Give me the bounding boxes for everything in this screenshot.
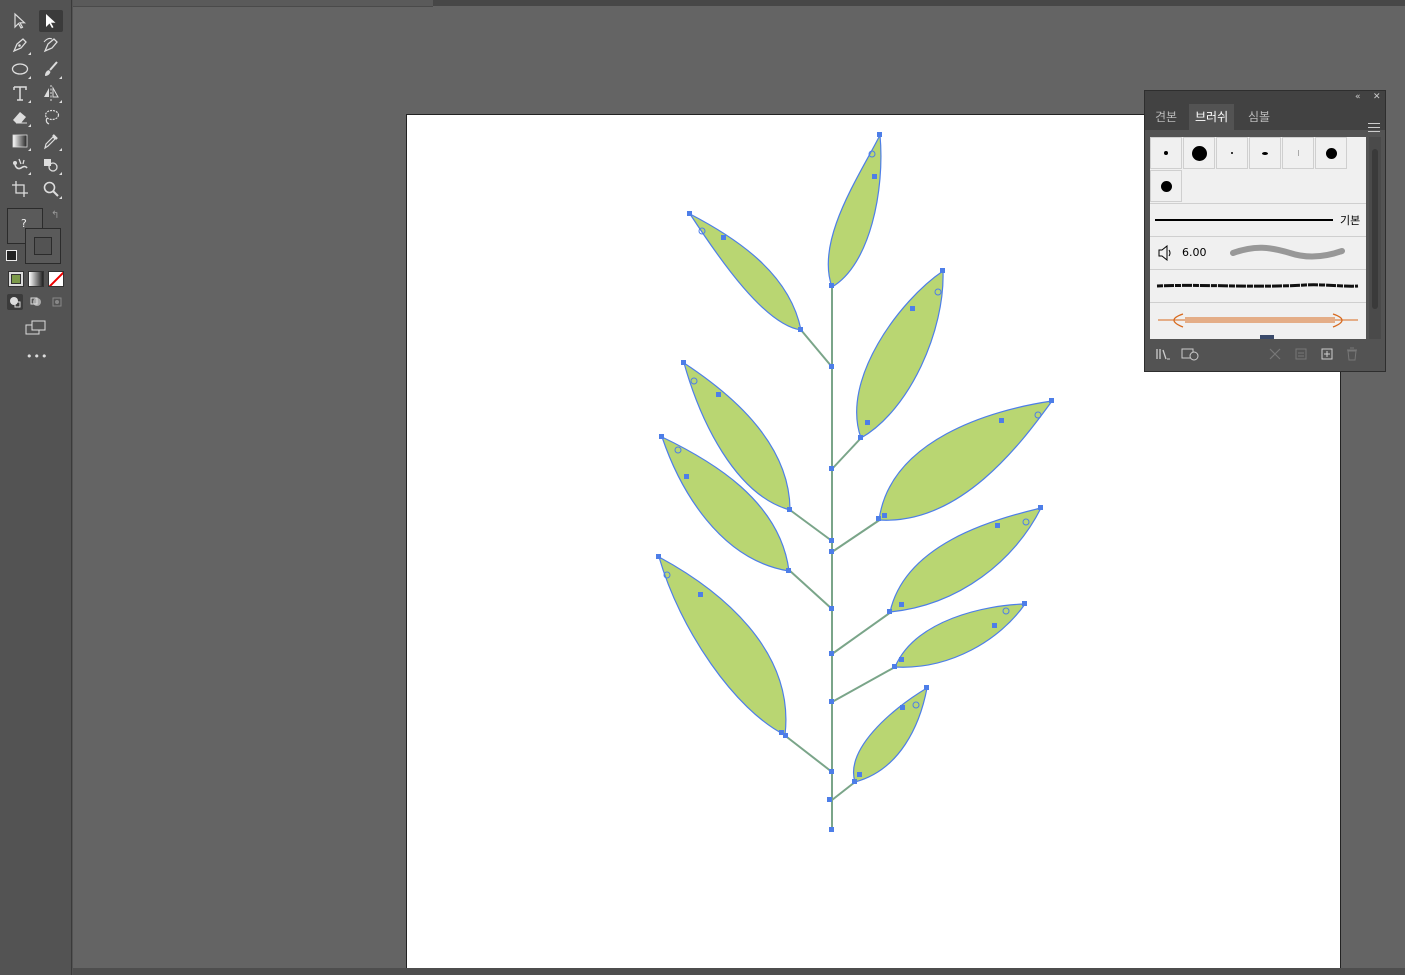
brush-oval[interactable] bbox=[1249, 137, 1281, 169]
brush-size-value: 6.00 bbox=[1182, 246, 1207, 259]
leaf bbox=[688, 212, 802, 331]
brush-basic[interactable]: 기본 bbox=[1150, 203, 1366, 235]
brush-hairline[interactable] bbox=[1282, 137, 1314, 169]
tab-symbols[interactable]: 심볼 bbox=[1242, 104, 1276, 130]
tab-brushes[interactable]: 브러쉬 bbox=[1189, 104, 1235, 130]
brush-options-icon[interactable] bbox=[1293, 347, 1309, 361]
brush-basic-label: 기본 bbox=[1340, 214, 1361, 227]
charcoal-stroke-preview bbox=[1156, 283, 1359, 288]
brush-art-arrow[interactable] bbox=[1150, 302, 1366, 334]
close-panel-icon[interactable]: ✕ bbox=[1373, 91, 1381, 104]
art-brush-preview bbox=[1158, 313, 1358, 328]
libraries-panel-icon[interactable] bbox=[1181, 347, 1201, 361]
leaf bbox=[658, 555, 787, 736]
remove-brush-stroke-icon[interactable] bbox=[1267, 347, 1283, 361]
panel-tabs: 견본 브러쉬 심볼 bbox=[1145, 104, 1385, 133]
panel-titlebar: « ✕ bbox=[1145, 91, 1385, 104]
brush-round-medium-2[interactable] bbox=[1150, 170, 1182, 202]
collapse-panel-icon[interactable]: « bbox=[1355, 91, 1361, 104]
brushes-panel: « ✕ 견본 브러쉬 심볼 기본 6.00 bbox=[1144, 90, 1386, 372]
delete-brush-icon[interactable] bbox=[1344, 347, 1360, 361]
panel-footer bbox=[1145, 343, 1385, 367]
brush-round-medium[interactable] bbox=[1315, 137, 1347, 169]
panel-menu-icon[interactable] bbox=[1368, 123, 1380, 133]
leaf bbox=[889, 507, 1043, 613]
brush-libraries-icon[interactable] bbox=[1155, 347, 1171, 361]
new-brush-icon[interactable] bbox=[1319, 347, 1335, 361]
leaf bbox=[827, 132, 882, 288]
brush-calligraphic[interactable]: 6.00 bbox=[1150, 236, 1366, 268]
status-bar bbox=[73, 968, 1405, 975]
brush-charcoal[interactable] bbox=[1150, 269, 1366, 301]
brush-round-large[interactable] bbox=[1183, 137, 1215, 169]
brush-round-small[interactable] bbox=[1150, 137, 1182, 169]
brush-list-scrollbar[interactable] bbox=[1369, 137, 1381, 339]
brush-list: 기본 6.00 bbox=[1150, 137, 1366, 339]
leaf bbox=[856, 269, 944, 439]
brush-stroke-preview bbox=[1230, 244, 1345, 260]
leaf bbox=[878, 400, 1054, 521]
brush-speaker-icon bbox=[1158, 245, 1171, 261]
brush-tiny[interactable] bbox=[1216, 137, 1248, 169]
tab-swatches[interactable]: 견본 bbox=[1149, 104, 1183, 130]
